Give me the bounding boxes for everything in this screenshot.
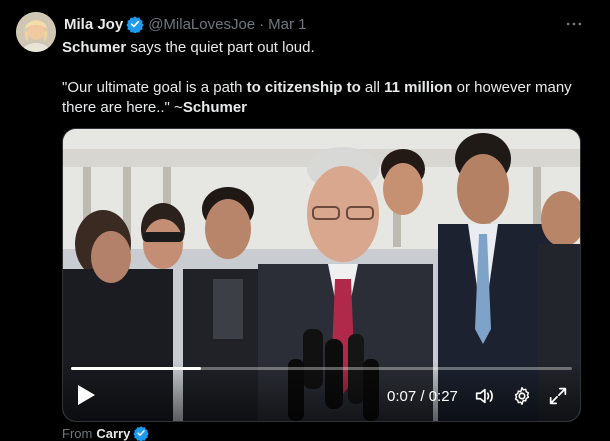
bold-text: Schumer xyxy=(62,39,127,56)
verified-badge-icon[interactable] xyxy=(126,15,144,33)
bold-text: Schumer xyxy=(182,99,248,116)
fullscreen-icon xyxy=(549,387,567,405)
bold-text: 11 million xyxy=(384,79,453,96)
from-label: From xyxy=(62,425,93,441)
more-options-button[interactable] xyxy=(562,12,586,36)
author-name[interactable]: Mila Joy xyxy=(64,16,123,33)
tweet: Mila Joy @MilaLovesJoe · Mar 1 Schumer s… xyxy=(0,0,610,441)
play-button[interactable] xyxy=(75,383,97,407)
post-date[interactable]: Mar 1 xyxy=(268,16,306,33)
author-handle[interactable]: @MilaLovesJoe xyxy=(148,16,255,33)
verified-badge-icon xyxy=(133,425,150,441)
plain-text: all xyxy=(360,79,385,96)
tweet-line-1: Schumer says the quiet part out loud. xyxy=(62,38,592,58)
source-account[interactable]: Carry xyxy=(96,426,130,441)
tweet-text: Schumer says the quiet part out loud. "O… xyxy=(62,38,592,118)
fullscreen-button[interactable] xyxy=(547,385,569,407)
settings-gear-icon xyxy=(514,387,530,405)
video-progress-fill xyxy=(71,367,201,370)
tweet-line-2: "Our ultimate goal is a path to citizens… xyxy=(62,78,592,118)
video-source: From Carry xyxy=(62,425,150,441)
avatar[interactable] xyxy=(16,12,56,52)
video-progress-bar[interactable] xyxy=(71,367,572,370)
separator-dot: · xyxy=(259,15,265,33)
settings-button[interactable] xyxy=(511,385,533,407)
bold-text: to citizenship to xyxy=(246,79,361,96)
more-icon xyxy=(566,22,582,26)
video-time: 0:07 / 0:27 xyxy=(387,388,458,405)
video-controls: 0:07 / 0:27 xyxy=(63,361,580,421)
volume-button[interactable] xyxy=(473,385,495,407)
plain-text: "Our ultimate goal is a path xyxy=(62,79,247,96)
volume-icon xyxy=(475,388,493,404)
video-player[interactable]: 0:07 / 0:27 xyxy=(62,128,581,422)
tweet-header: Mila Joy @MilaLovesJoe · Mar 1 xyxy=(64,14,590,34)
play-icon xyxy=(78,385,95,405)
plain-text: says the quiet part out loud. xyxy=(126,39,315,56)
